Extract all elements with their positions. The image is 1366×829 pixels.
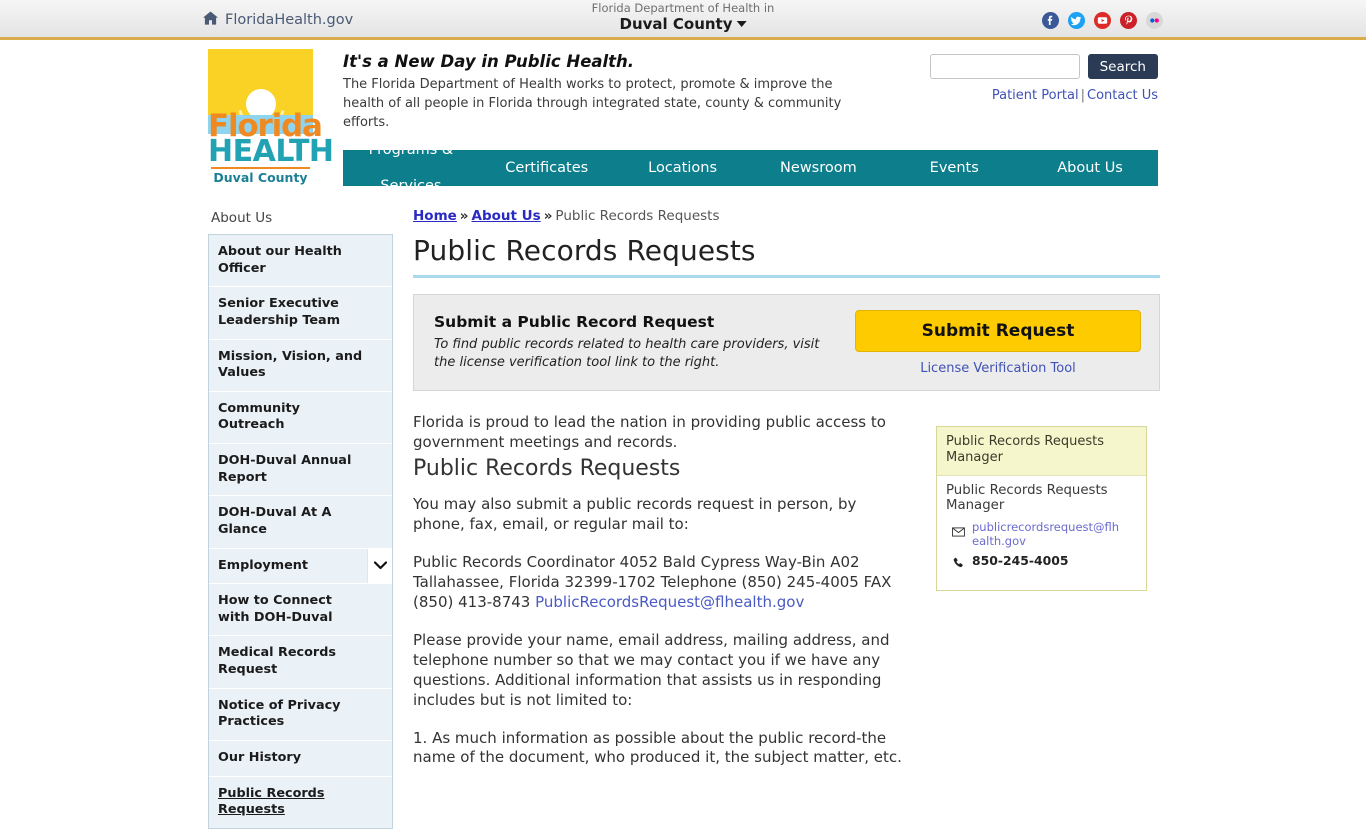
logo-county-text: Duval County bbox=[213, 170, 308, 185]
county-selector[interactable]: Florida Department of Health in Duval Co… bbox=[591, 1, 775, 34]
breadcrumb-current: Public Records Requests bbox=[555, 208, 720, 224]
contact-phone-row: 850-245-4005 bbox=[952, 553, 1137, 574]
nav-locations[interactable]: Locations bbox=[615, 150, 751, 186]
list-item-1: 1. As much information as possible about… bbox=[413, 728, 902, 767]
submit-request-button[interactable]: Submit Request bbox=[855, 310, 1141, 352]
main-content: Home» About Us» Public Records Requests Pu… bbox=[413, 208, 1160, 786]
breadcrumb-home[interactable]: Home bbox=[413, 208, 457, 224]
county-name[interactable]: Duval County bbox=[619, 15, 732, 33]
sidebar-item-employment[interactable]: Employment bbox=[209, 548, 392, 585]
sidebar-item-about-health-officer[interactable]: About our Health Officer bbox=[209, 235, 392, 288]
floridahealth-gov-link[interactable]: FloridaHealth.gov bbox=[203, 11, 353, 28]
flickr-icon[interactable] bbox=[1146, 12, 1163, 29]
submit-request-callout: Submit a Public Record Request To find p… bbox=[413, 294, 1160, 391]
address-email-link[interactable]: PublicRecordsRequest@flhealth.gov bbox=[535, 593, 804, 611]
callout-description: To find public records related to health… bbox=[434, 337, 820, 370]
link-separator: | bbox=[1080, 88, 1085, 103]
callout-heading: Submit a Public Record Request bbox=[434, 313, 715, 331]
sidebar-item-how-to-connect[interactable]: How to Connect with DOH-Duval bbox=[209, 584, 392, 637]
sidebar-item-employment-label: Employment bbox=[218, 557, 308, 573]
sidebar-item-notice-of-privacy-practices[interactable]: Notice of Privacy Practices bbox=[209, 689, 392, 741]
sunburst-graphic bbox=[208, 49, 313, 115]
nav-newsroom[interactable]: Newsroom bbox=[750, 150, 886, 186]
tagline-block: It's a New Day in Public Health. The Flo… bbox=[343, 52, 863, 133]
chevron-down-icon[interactable] bbox=[736, 21, 747, 28]
license-verification-tool-link[interactable]: License Verification Tool bbox=[855, 361, 1141, 376]
address-paragraph: Public Records Coordinator 4052 Bald Cyp… bbox=[413, 553, 910, 613]
youtube-icon[interactable] bbox=[1094, 12, 1111, 29]
nav-about-us[interactable]: About Us bbox=[1022, 150, 1158, 186]
tagline-body: The Florida Department of Health works t… bbox=[343, 77, 842, 130]
chevron-down-icon[interactable] bbox=[367, 548, 392, 584]
patient-portal-link[interactable]: Patient Portal bbox=[992, 88, 1079, 103]
masthead: Florida HEALTH Duval County It's a New D… bbox=[203, 40, 1163, 200]
contact-card-header: Public Records Requests Manager bbox=[937, 427, 1146, 476]
search-area: Search Patient Portal | Contact Us bbox=[929, 54, 1158, 103]
home-icon bbox=[203, 11, 218, 28]
contact-card: Public Records Requests Manager Public R… bbox=[936, 426, 1147, 591]
search-button[interactable]: Search bbox=[1087, 54, 1158, 79]
sidebar-nav: About our Health Officer Senior Executiv… bbox=[208, 234, 393, 829]
social-links bbox=[1042, 12, 1163, 29]
nav-programs-services[interactable]: Programs & Services bbox=[343, 132, 479, 204]
contact-us-link[interactable]: Contact Us bbox=[1087, 88, 1158, 103]
florida-health-logo[interactable]: Florida HEALTH Duval County bbox=[208, 49, 334, 185]
contact-email-link[interactable]: publicrecordsrequest@flhealth.gov bbox=[972, 520, 1122, 548]
sidebar-item-our-history[interactable]: Our History bbox=[209, 741, 392, 777]
intro-paragraph: Florida is proud to lead the nation in p… bbox=[413, 413, 886, 451]
breadcrumb-separator-1: » bbox=[459, 208, 469, 224]
search-input[interactable] bbox=[929, 54, 1080, 79]
contact-card-name: Public Records Requests Manager bbox=[946, 482, 1108, 513]
breadcrumb: Home» About Us» Public Records Requests bbox=[413, 208, 913, 224]
tagline-title: It's a New Day in Public Health. bbox=[343, 52, 635, 71]
nav-certificates[interactable]: Certificates bbox=[479, 150, 615, 186]
contact-phone-number: 850-245-4005 bbox=[972, 552, 1069, 568]
floridahealth-gov-label: FloridaHealth.gov bbox=[225, 11, 354, 28]
page-title: Public Records Requests bbox=[413, 234, 1160, 278]
section-heading: Public Records Requests bbox=[413, 455, 681, 481]
body-copy: Florida is proud to lead the nation in p… bbox=[413, 413, 910, 768]
sidebar-item-medical-records-request[interactable]: Medical Records Request bbox=[209, 636, 392, 689]
sidebar-item-at-a-glance[interactable]: DOH-Duval At A Glance bbox=[209, 496, 392, 549]
sidebar-item-annual-report[interactable]: DOH-Duval Annual Report bbox=[209, 444, 392, 497]
main-navigation: Programs & Services Certificates Locatio… bbox=[343, 142, 1158, 194]
phone-icon bbox=[952, 553, 965, 574]
sidebar-item-mission-vision-values[interactable]: Mission, Vision, and Values bbox=[209, 340, 392, 392]
sidebar-item-community-outreach[interactable]: Community Outreach bbox=[209, 392, 392, 444]
facebook-icon[interactable] bbox=[1042, 12, 1059, 29]
sidebar-title: About Us bbox=[211, 210, 273, 226]
provide-info-paragraph: Please provide your name, email address,… bbox=[413, 630, 890, 709]
top-utility-bar: FloridaHealth.gov Florida Department of … bbox=[0, 0, 1366, 40]
envelope-icon bbox=[952, 520, 965, 541]
breadcrumb-about-us[interactable]: About Us bbox=[472, 208, 541, 224]
pinterest-icon[interactable] bbox=[1120, 12, 1137, 29]
left-sidebar: About Us About our Health Officer Senior… bbox=[208, 210, 393, 829]
twitter-icon[interactable] bbox=[1068, 12, 1085, 29]
nav-events[interactable]: Events bbox=[886, 150, 1022, 186]
logo-rule bbox=[211, 167, 310, 169]
contact-email-row: publicrecordsrequest@flhealth.gov bbox=[952, 520, 1137, 548]
utility-links: Patient Portal | Contact Us bbox=[930, 88, 1158, 103]
breadcrumb-separator-2: » bbox=[543, 208, 553, 224]
contact-card-body: Public Records Requests Manager publicre… bbox=[937, 476, 1146, 590]
department-prefix: Florida Department of Health in bbox=[591, 1, 775, 15]
sidebar-item-senior-executive-leadership-team[interactable]: Senior Executive Leadership Team bbox=[209, 287, 392, 340]
logo-health-text: HEALTH bbox=[208, 134, 334, 169]
submit-paragraph: You may also submit a public records req… bbox=[413, 495, 857, 533]
sidebar-item-public-records-requests[interactable]: Public Records Requests bbox=[209, 777, 392, 828]
